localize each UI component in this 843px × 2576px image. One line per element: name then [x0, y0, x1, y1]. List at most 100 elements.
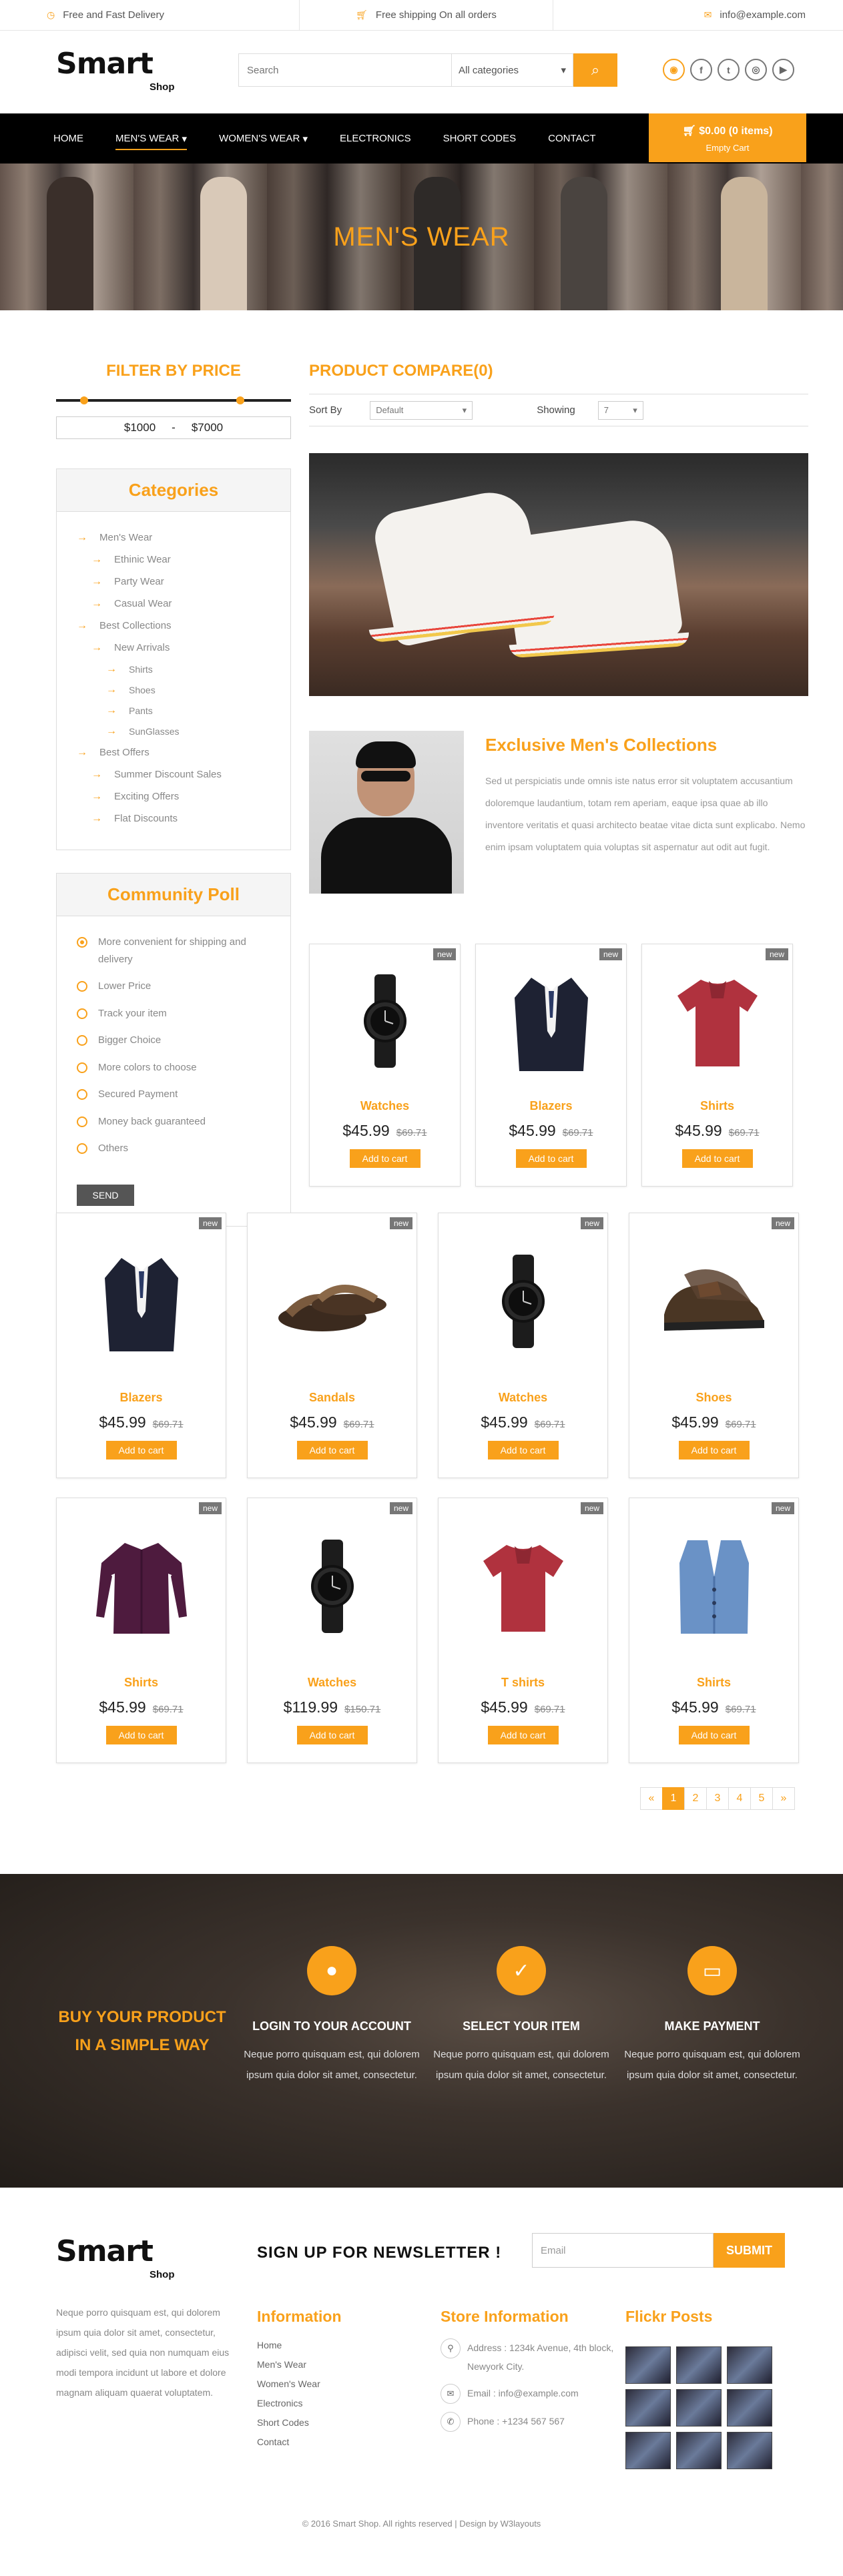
radio-button[interactable]: [77, 937, 87, 948]
add-to-cart-button[interactable]: Add to cart: [678, 1441, 750, 1460]
product-name[interactable]: T shirts: [439, 1676, 607, 1690]
flickr-thumb[interactable]: [727, 2389, 772, 2427]
tshirt-icon[interactable]: [439, 1536, 607, 1636]
footer-logo[interactable]: Smart Shop: [56, 2237, 175, 2281]
page-prev[interactable]: «: [640, 1787, 663, 1810]
radio-button[interactable]: [77, 1143, 87, 1154]
product-card[interactable]: new Sandals $45.99 $69.71 Add to cart: [247, 1213, 417, 1478]
slider-handle-max[interactable]: [236, 396, 244, 404]
poll-option[interactable]: Bigger Choice: [77, 1032, 270, 1049]
add-to-cart-button[interactable]: Add to cart: [487, 1441, 559, 1460]
blazer-icon[interactable]: [476, 971, 626, 1071]
flickr-thumb[interactable]: [727, 2432, 772, 2469]
add-to-cart-button[interactable]: Add to cart: [105, 1441, 177, 1460]
product-name[interactable]: Shirts: [629, 1676, 798, 1690]
newsletter-email-input[interactable]: Email: [532, 2233, 714, 2268]
product-card[interactable]: new Shirts $45.99 $69.71 Add to cart: [629, 1498, 799, 1763]
poll-option[interactable]: Money back guaranteed: [77, 1113, 270, 1131]
watch-icon[interactable]: [439, 1251, 607, 1351]
flickr-thumb[interactable]: [676, 2346, 722, 2384]
search-button[interactable]: ⌕: [573, 53, 617, 87]
category-select[interactable]: All categories ▾: [452, 53, 573, 87]
radio-button[interactable]: [77, 1008, 87, 1019]
poll-option[interactable]: Lower Price: [77, 978, 270, 995]
add-to-cart-button[interactable]: Add to cart: [105, 1726, 177, 1744]
sort-select[interactable]: Default ▾: [370, 400, 473, 420]
add-to-cart-button[interactable]: Add to cart: [681, 1149, 753, 1168]
product-card[interactable]: new Blazers $45.99 $69.71 Add to cart: [475, 944, 627, 1187]
nav-item-home[interactable]: HOME: [53, 113, 83, 164]
add-to-cart-button[interactable]: Add to cart: [678, 1726, 750, 1744]
page-2[interactable]: 2: [684, 1787, 707, 1810]
flickr-thumb[interactable]: [625, 2432, 671, 2469]
user-icon[interactable]: ◉: [663, 59, 685, 81]
page-4[interactable]: 4: [728, 1787, 751, 1810]
poll-option[interactable]: Secured Payment: [77, 1086, 270, 1103]
product-card[interactable]: new Shirts $45.99 $69.71 Add to cart: [56, 1498, 226, 1763]
watch-icon[interactable]: [248, 1536, 416, 1636]
footer-link[interactable]: Women's Wear: [257, 2378, 320, 2398]
product-name[interactable]: Blazers: [57, 1391, 226, 1405]
nav-item-electronics[interactable]: ELECTRONICS: [340, 113, 411, 164]
slider-handle-min[interactable]: [80, 396, 88, 404]
category-item[interactable]: → Best Offers: [57, 741, 290, 763]
email-text[interactable]: Email : info@example.com: [467, 2384, 579, 2402]
product-card[interactable]: new Watches $45.99 $69.71 Add to cart: [309, 944, 461, 1187]
flickr-thumb[interactable]: [676, 2389, 722, 2427]
category-item[interactable]: → Shirts: [57, 659, 290, 679]
showing-select[interactable]: 7 ▾: [597, 400, 643, 420]
category-item[interactable]: → Pants: [57, 700, 290, 721]
nav-item-short-codes[interactable]: SHORT CODES: [443, 113, 516, 164]
poll-option[interactable]: More convenient for shipping and deliver…: [77, 934, 270, 968]
watch-icon[interactable]: [310, 971, 460, 1071]
site-logo[interactable]: Smart Shop: [56, 49, 175, 93]
compare-title[interactable]: PRODUCT COMPARE(0): [309, 362, 808, 380]
sandal-icon[interactable]: [248, 1251, 416, 1351]
flickr-thumb[interactable]: [625, 2346, 671, 2384]
shoe-icon[interactable]: [629, 1251, 798, 1351]
email-info[interactable]: ✉ info@example.com: [552, 0, 843, 30]
add-to-cart-button[interactable]: Add to cart: [296, 1726, 368, 1744]
add-to-cart-button[interactable]: Add to cart: [487, 1726, 559, 1744]
cart-empty-link[interactable]: Empty Cart: [649, 143, 806, 153]
category-item[interactable]: → Summer Discount Sales: [57, 763, 290, 785]
radio-button[interactable]: [77, 1062, 87, 1073]
footer-link[interactable]: Men's Wear: [257, 2359, 320, 2378]
product-card[interactable]: new Watches $119.99 $150.71 Add to cart: [247, 1498, 417, 1763]
flickr-thumb[interactable]: [625, 2389, 671, 2427]
category-item[interactable]: → Party Wear: [57, 571, 290, 593]
price-slider[interactable]: [56, 396, 291, 404]
vest-icon[interactable]: [629, 1536, 798, 1636]
flickr-thumb[interactable]: [676, 2432, 722, 2469]
product-name[interactable]: Blazers: [476, 1099, 626, 1113]
nav-item-mens-wear[interactable]: MEN'S WEAR ▾: [115, 113, 188, 164]
email-link[interactable]: info@example.com: [720, 9, 806, 21]
shirt-icon[interactable]: [57, 1536, 226, 1636]
category-item[interactable]: → SunGlasses: [57, 721, 290, 741]
category-item[interactable]: → Best Collections: [57, 615, 290, 637]
product-card[interactable]: new Shirts $45.99 $69.71 Add to cart: [641, 944, 793, 1187]
newsletter-submit-button[interactable]: SUBMIT: [714, 2233, 785, 2268]
instagram-icon[interactable]: ◎: [745, 59, 767, 81]
product-card[interactable]: new Blazers $45.99 $69.71 Add to cart: [56, 1213, 226, 1478]
poll-option[interactable]: Others: [77, 1140, 270, 1157]
nav-item-womens-wear[interactable]: WOMEN'S WEAR ▾: [219, 113, 308, 164]
category-item[interactable]: → Exciting Offers: [57, 785, 290, 808]
poll-option[interactable]: More colors to choose: [77, 1059, 270, 1076]
product-name[interactable]: Watches: [310, 1099, 460, 1113]
page-next[interactable]: »: [772, 1787, 795, 1810]
tshirt-icon[interactable]: [642, 971, 792, 1071]
category-item[interactable]: → Ethinic Wear: [57, 549, 290, 571]
product-name[interactable]: Shirts: [57, 1676, 226, 1690]
add-to-cart-button[interactable]: Add to cart: [349, 1149, 420, 1168]
category-item[interactable]: → Shoes: [57, 679, 290, 700]
radio-button[interactable]: [77, 1035, 87, 1046]
search-input[interactable]: [238, 53, 452, 87]
product-card[interactable]: new T shirts $45.99 $69.71 Add to cart: [438, 1498, 608, 1763]
footer-link[interactable]: Home: [257, 2340, 320, 2359]
page-3[interactable]: 3: [706, 1787, 729, 1810]
poll-send-button[interactable]: SEND: [77, 1184, 134, 1206]
youtube-icon[interactable]: ▶: [772, 59, 794, 81]
category-item[interactable]: → Casual Wear: [57, 593, 290, 615]
cart-button[interactable]: 🛒︎ $0.00 (0 items) Empty Cart: [649, 113, 806, 162]
